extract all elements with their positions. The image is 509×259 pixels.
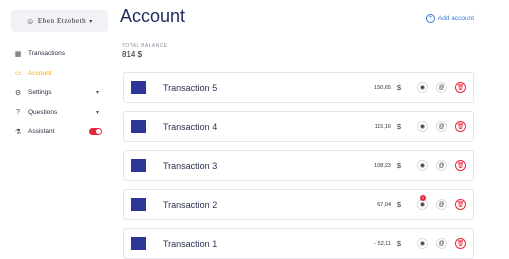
user-name: Eben Etzebeth	[37, 17, 87, 25]
view-icon[interactable]: ◉	[417, 121, 428, 132]
transaction-name: Transaction 5	[163, 82, 218, 93]
transaction-thumbnail	[131, 198, 146, 211]
transaction-currency: $	[396, 83, 401, 92]
transaction-row[interactable]: Transaction 4 115,16 $ ◉ @ 🗑	[123, 111, 474, 142]
sidebar: ☺ Eben Etzebeth ▾ ▦ Transactions ▭ Accou…	[0, 0, 112, 258]
trash-icon[interactable]: 🗑	[455, 121, 466, 132]
trash-icon[interactable]: 🗑	[455, 82, 466, 93]
at-icon[interactable]: @	[436, 82, 447, 93]
transaction-currency: $	[396, 161, 401, 170]
transaction-thumbnail	[131, 81, 146, 94]
notification-badge: 1	[420, 195, 426, 201]
transaction-name: Transaction 2	[163, 199, 218, 210]
transaction-currency: $	[396, 200, 401, 209]
transaction-row[interactable]: Transaction 3 108,23 $ ◉ @ 🗑	[123, 150, 474, 181]
total-balance-label: TOTAL BALANCE	[122, 43, 168, 49]
view-icon[interactable]: ◉	[417, 160, 428, 171]
trash-icon[interactable]: 🗑	[455, 238, 466, 249]
sidebar-item-label: Account	[28, 69, 52, 77]
transaction-thumbnail	[131, 159, 146, 172]
user-icon: ☺	[26, 16, 35, 26]
plus-circle-icon: +	[425, 14, 435, 23]
view-icon[interactable]: ◉	[417, 82, 428, 93]
trash-icon[interactable]: 🗑	[455, 199, 466, 210]
transaction-thumbnail	[131, 120, 146, 133]
gear-icon: ⚙	[14, 89, 22, 97]
flask-icon: ⚗	[14, 128, 22, 136]
transaction-amount: 108,23	[374, 162, 391, 169]
at-icon[interactable]: @	[436, 238, 447, 249]
transaction-currency: $	[396, 122, 401, 131]
sidebar-item-label: Assistant	[28, 128, 55, 136]
at-icon[interactable]: @	[436, 160, 447, 171]
assistant-toggle[interactable]	[89, 128, 102, 135]
page-title: Account	[120, 6, 186, 26]
at-icon[interactable]: @	[436, 121, 447, 132]
sidebar-item-transactions[interactable]: ▦ Transactions	[13, 44, 105, 64]
sidebar-item-settings[interactable]: ⚙ Settings ▾	[13, 83, 105, 103]
transaction-row[interactable]: Transaction 2 67,04 $ ◉ 1 @ 🗑	[123, 189, 474, 220]
transaction-amount: 115,16	[374, 123, 391, 130]
sidebar-item-questions[interactable]: ? Questions ▾	[13, 103, 105, 123]
view-icon[interactable]: ◉	[417, 238, 428, 249]
transaction-amount: 67,04	[377, 201, 391, 208]
transaction-name: Transaction 1	[163, 238, 218, 249]
transaction-amount: 150,65	[374, 84, 391, 91]
transaction-row[interactable]: Transaction 5 150,65 $ ◉ @ 🗑	[123, 72, 474, 103]
chevron-down-icon: ▾	[89, 18, 93, 25]
sidebar-item-account[interactable]: ▭ Account	[13, 64, 105, 84]
question-icon: ?	[16, 108, 20, 116]
transaction-amount: - 52,11	[374, 240, 391, 247]
transaction-thumbnail	[131, 237, 146, 250]
sidebar-item-label: Transactions	[28, 50, 65, 58]
sidebar-item-label: Settings	[28, 89, 52, 97]
user-menu-button[interactable]: ☺ Eben Etzebeth ▾	[11, 10, 108, 32]
sidebar-item-assistant[interactable]: ⚗ Assistant	[13, 122, 105, 142]
add-account-label: Add account	[437, 15, 474, 22]
transaction-currency: $	[396, 239, 401, 248]
add-account-button[interactable]: + Add account	[425, 14, 474, 23]
chevron-down-icon: ▾	[95, 90, 99, 97]
trash-icon[interactable]: 🗑	[455, 160, 466, 171]
transaction-row[interactable]: Transaction 1 - 52,11 $ ◉ @ 🗑	[123, 228, 474, 259]
transaction-name: Transaction 3	[163, 160, 218, 171]
transaction-name: Transaction 4	[163, 121, 218, 132]
wallet-icon: ▭	[14, 70, 22, 78]
total-balance-value: 814 $	[122, 50, 143, 59]
sidebar-item-label: Questions	[28, 108, 58, 116]
chevron-down-icon: ▾	[95, 109, 99, 116]
at-icon[interactable]: @	[436, 199, 447, 210]
sidebar-nav: ▦ Transactions ▭ Account ⚙ Settings ▾ ? …	[13, 44, 105, 142]
grid-icon: ▦	[14, 50, 22, 58]
